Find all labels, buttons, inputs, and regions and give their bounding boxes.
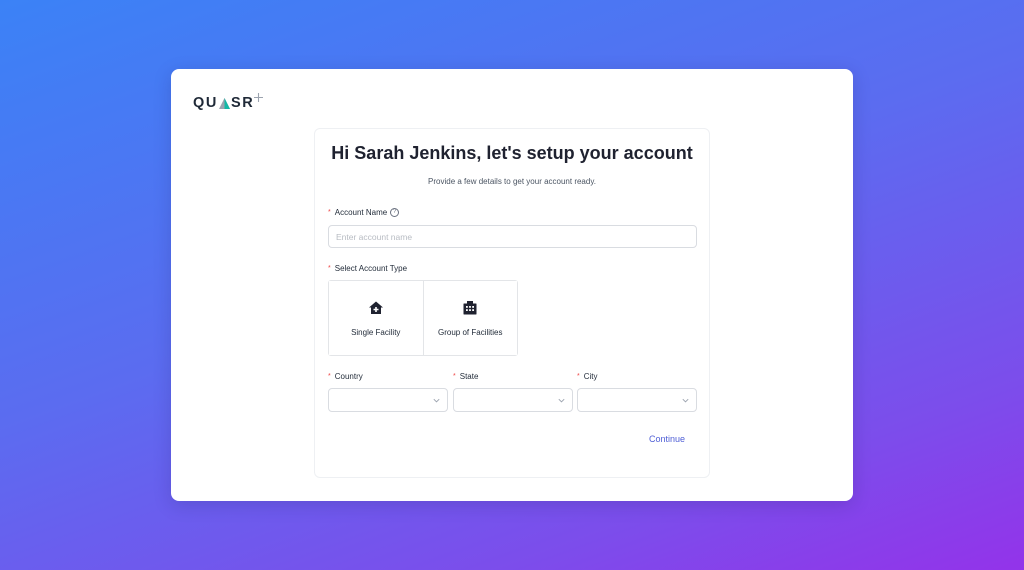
city-label: * City: [577, 372, 598, 381]
required-asterisk: *: [328, 265, 331, 272]
setup-card: QU SR Hi Sarah Jenkins, let's setup your…: [171, 69, 853, 501]
logo-text-right: SR: [230, 95, 255, 111]
home-plus-icon: [368, 301, 383, 314]
account-type-selector: Single Facility Group of Facilities: [328, 280, 518, 356]
account-name-input[interactable]: [328, 225, 697, 248]
setup-form-panel: Hi Sarah Jenkins, let's setup your accou…: [314, 128, 710, 478]
required-asterisk: *: [453, 373, 456, 380]
logo-sparkle-icon: [254, 92, 264, 102]
single-facility-option[interactable]: Single Facility: [329, 281, 423, 355]
country-select[interactable]: [328, 388, 448, 412]
group-of-facilities-label: Group of Facilities: [438, 327, 503, 337]
state-label: * State: [453, 372, 478, 381]
group-of-facilities-option[interactable]: Group of Facilities: [422, 281, 517, 355]
logo-text-left: QU: [193, 95, 218, 111]
account-name-label-text: Account Name: [334, 208, 388, 217]
chevron-down-icon: [682, 398, 689, 403]
page-title: Hi Sarah Jenkins, let's setup your accou…: [331, 143, 693, 163]
country-label-text: Country: [334, 372, 363, 381]
required-asterisk: *: [328, 373, 331, 380]
chevron-down-icon: [558, 398, 565, 403]
state-select[interactable]: [453, 388, 573, 412]
continue-button[interactable]: Continue: [649, 434, 685, 444]
account-name-label: * Account Name ?: [328, 208, 400, 217]
quasr-logo: QU SR: [193, 92, 264, 113]
question-circle-icon[interactable]: ?: [390, 208, 400, 217]
chevron-down-icon: [433, 398, 440, 403]
city-select[interactable]: [577, 388, 697, 412]
account-type-label: * Select Account Type: [328, 264, 407, 273]
single-facility-label: Single Facility: [351, 327, 401, 337]
page-subtitle: Provide a few details to get your accoun…: [428, 177, 596, 186]
country-label: * Country: [328, 372, 363, 381]
state-label-text: State: [459, 372, 479, 381]
required-asterisk: *: [328, 209, 331, 216]
building-icon: [463, 300, 477, 314]
required-asterisk: *: [577, 373, 580, 380]
logo-a-triangle-icon: [218, 97, 230, 109]
city-label-text: City: [583, 372, 598, 381]
account-type-label-text: Select Account Type: [334, 264, 408, 273]
